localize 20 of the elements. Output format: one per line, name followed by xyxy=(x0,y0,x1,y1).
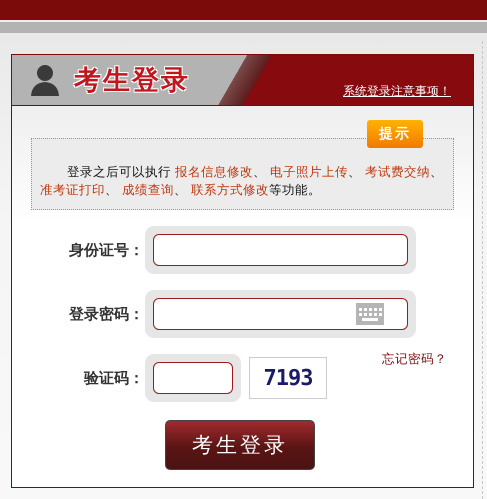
feature-link[interactable]: 电子照片上传 xyxy=(270,164,348,179)
feature-link[interactable]: 准考证打印 xyxy=(40,182,105,197)
feature-link[interactable]: 成绩查询 xyxy=(122,182,174,197)
forgot-password-link[interactable]: 忘记密码？ xyxy=(382,351,447,368)
login-button[interactable]: 考生登录 xyxy=(165,420,315,470)
tip-badge: 提示 xyxy=(367,120,423,148)
tip-text: 登录之后可以执行 报名信息修改、 电子照片上传、 考试费交纳、 准考证打印、 成绩查询、 联系方式修改等功能。 xyxy=(40,164,443,197)
field-label: 登录密码： xyxy=(68,304,144,324)
feature-link[interactable]: 联系方式修改 xyxy=(190,182,269,197)
login-title: 考生登录 xyxy=(74,64,190,98)
captcha-field[interactable] xyxy=(153,362,233,394)
captcha-image[interactable]: 7193 xyxy=(249,357,327,399)
field-label: 身份证号： xyxy=(68,240,144,260)
notice-link[interactable]: 系统登录注意事项！ xyxy=(343,82,451,100)
feature-link[interactable]: 报名信息修改 xyxy=(174,164,253,179)
user-icon xyxy=(30,63,60,97)
field-label: 验证码： xyxy=(82,368,144,388)
id-number-field[interactable] xyxy=(153,234,408,266)
feature-link[interactable]: 考试费交纳 xyxy=(364,164,430,179)
password-field[interactable] xyxy=(153,298,408,330)
